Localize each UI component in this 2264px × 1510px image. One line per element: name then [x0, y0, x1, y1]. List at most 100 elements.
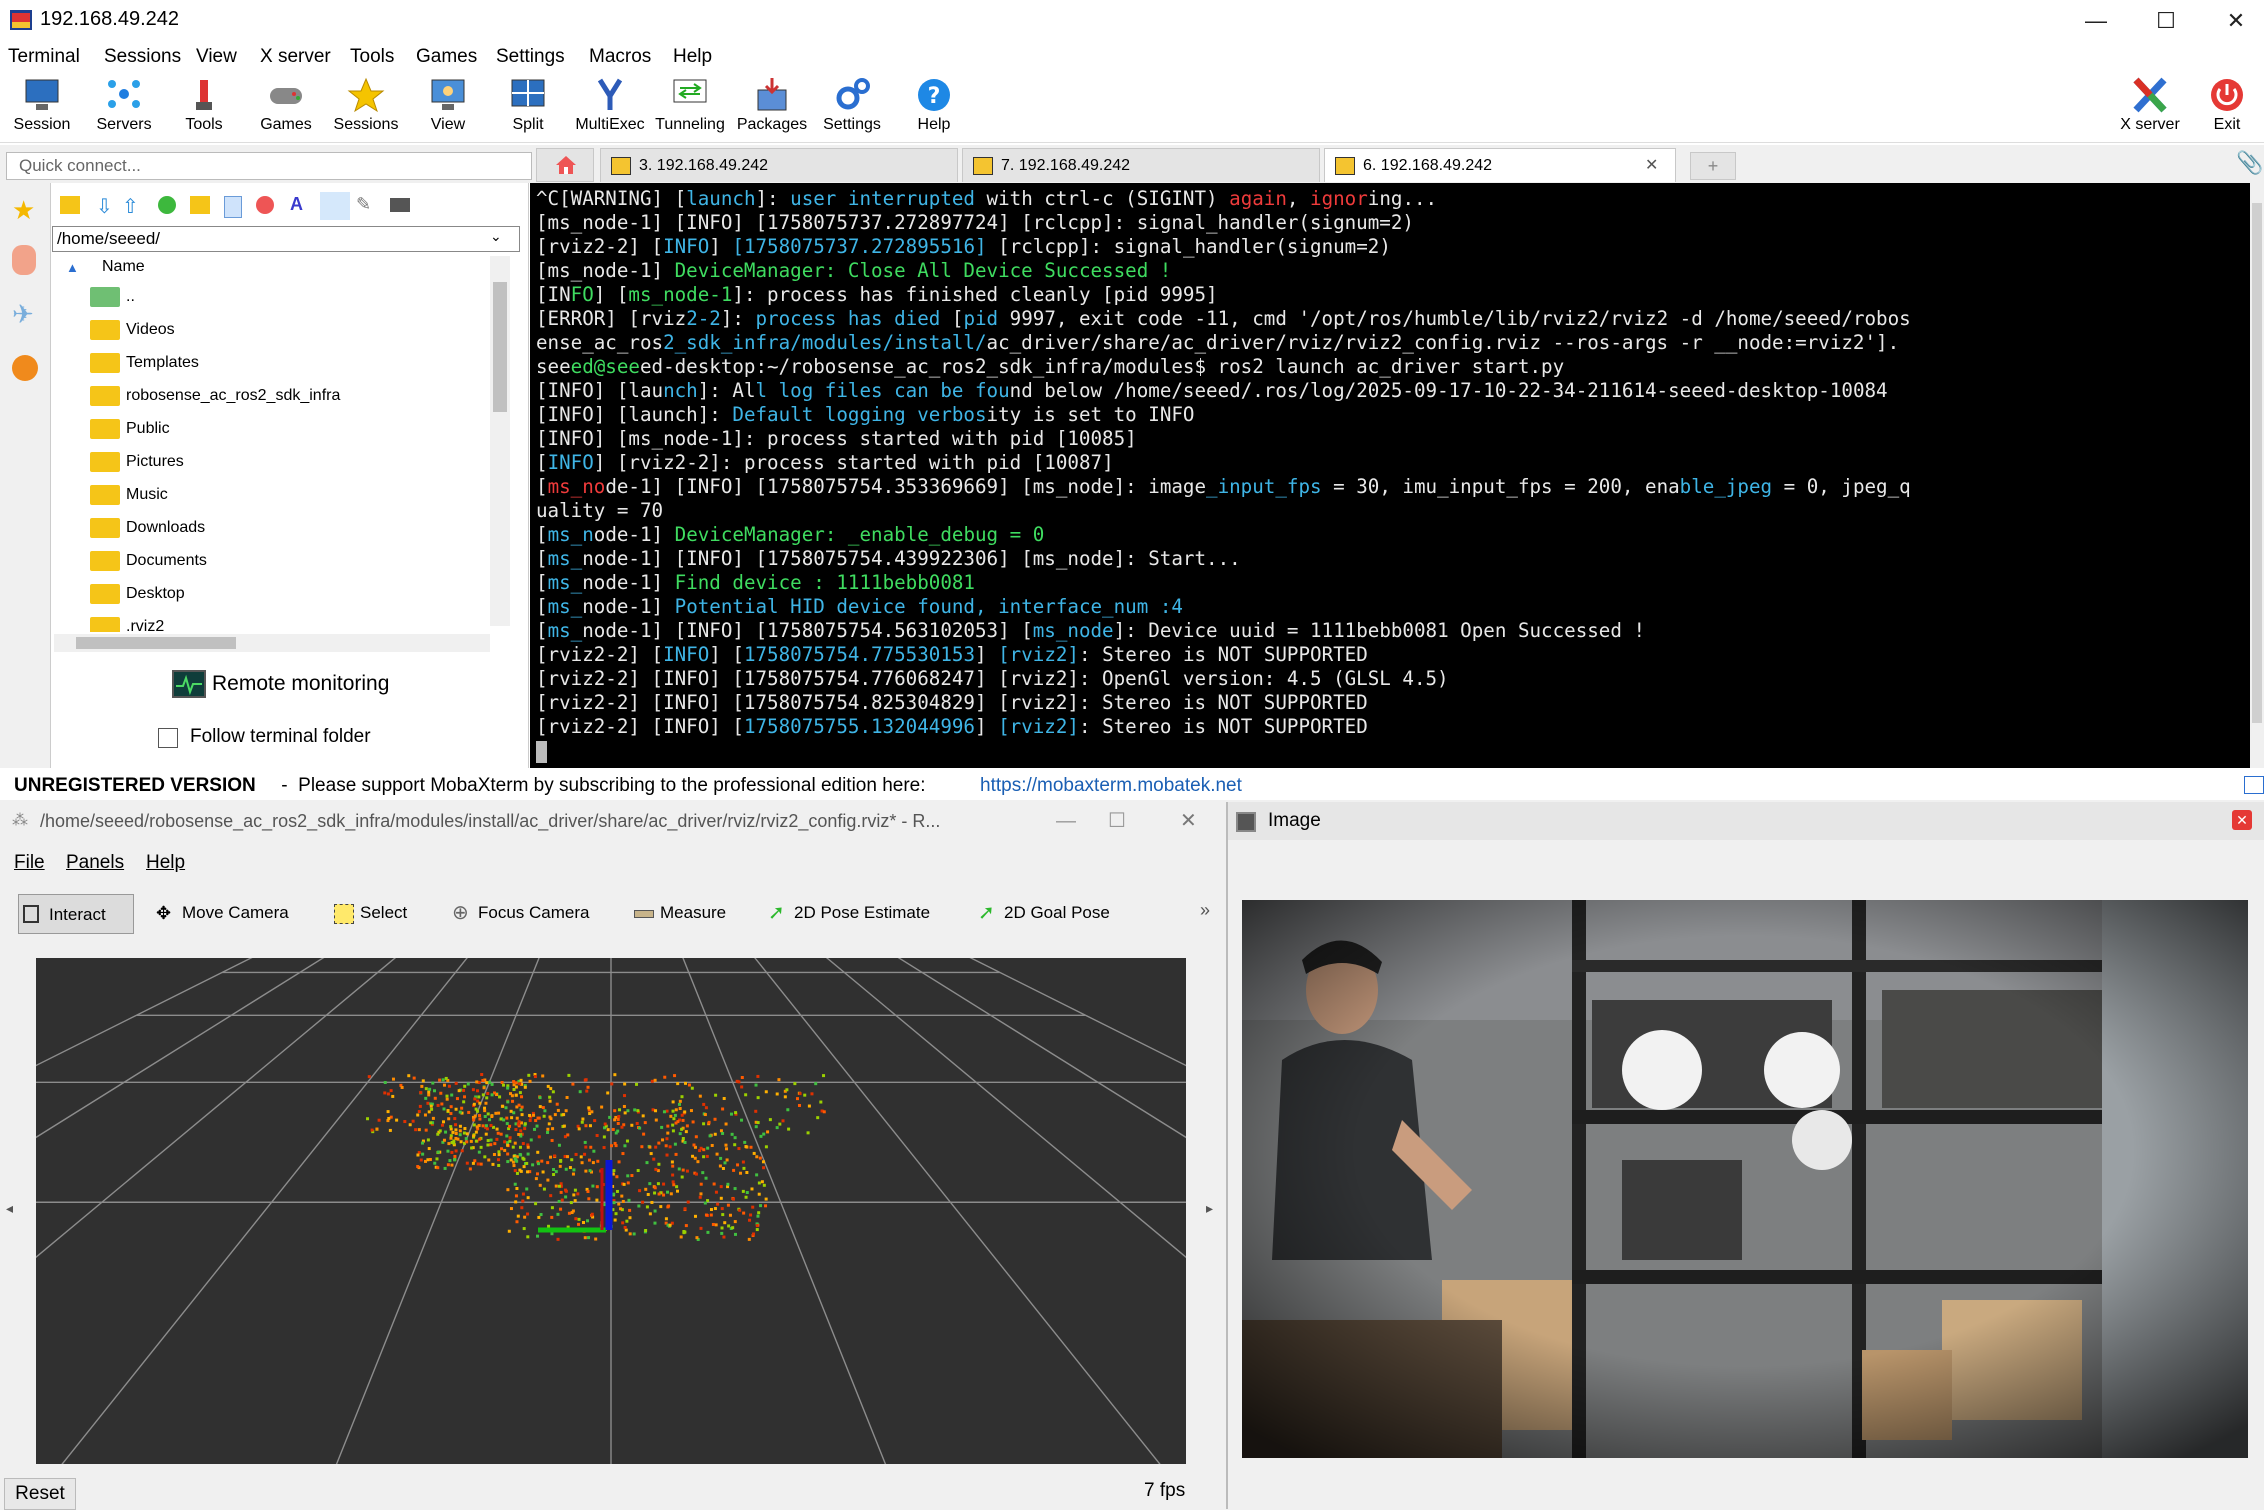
- goal-pose-tool-button[interactable]: ➚ 2D Goal Pose: [974, 896, 1110, 930]
- rename-icon[interactable]: A: [290, 194, 303, 215]
- pointcloud-point: [491, 1162, 495, 1166]
- folder-icon: [90, 451, 120, 472]
- file-row[interactable]: robosense_ac_ros2_sdk_infra: [90, 383, 340, 409]
- menu-games[interactable]: Games: [416, 46, 477, 68]
- tools-button[interactable]: Tools: [166, 76, 242, 134]
- file-row[interactable]: Pictures: [90, 449, 184, 475]
- refresh-icon[interactable]: [158, 196, 176, 214]
- menu-tools[interactable]: Tools: [350, 46, 394, 68]
- maximize-button[interactable]: ☐: [2136, 0, 2196, 42]
- follow-folder-checkbox[interactable]: [158, 728, 178, 748]
- tab-session-6[interactable]: 6. 192.168.49.242 ✕: [1324, 148, 1676, 182]
- session-button[interactable]: Session: [4, 76, 80, 134]
- menu-macros[interactable]: Macros: [589, 46, 651, 68]
- multiexec-button[interactable]: MultiExec: [572, 76, 648, 134]
- rviz-close-button[interactable]: ✕: [1180, 802, 1197, 840]
- menu-view[interactable]: View: [196, 46, 237, 68]
- left-panel-toggle-icon[interactable]: ◂: [6, 1200, 13, 1217]
- rviz-menu-panels[interactable]: Panels: [66, 852, 124, 874]
- menu-settings[interactable]: Settings: [496, 46, 565, 68]
- measure-tool-button[interactable]: Measure: [630, 896, 726, 930]
- menu-help[interactable]: Help: [673, 46, 712, 68]
- edit-icon[interactable]: ✎: [356, 194, 371, 215]
- tab-session-7[interactable]: 7. 192.168.49.242: [962, 148, 1320, 182]
- sessions-button[interactable]: Sessions: [328, 76, 404, 134]
- xserver-button[interactable]: X server: [2112, 76, 2188, 134]
- file-row[interactable]: Desktop: [90, 581, 185, 607]
- tab-label: 6. 192.168.49.242: [1363, 157, 1493, 174]
- settings-button[interactable]: Settings: [814, 76, 890, 134]
- image-close-button[interactable]: ✕: [2232, 810, 2252, 830]
- packages-button[interactable]: Packages: [734, 76, 810, 134]
- pose-estimate-tool-button[interactable]: ➚ 2D Pose Estimate: [764, 896, 930, 930]
- rviz-3d-view[interactable]: [0, 870, 2012, 1479]
- rviz-menu-file[interactable]: File: [14, 852, 45, 874]
- terminal-pane[interactable]: ^C[WARNING] [launch]: user interrupted w…: [530, 183, 2250, 768]
- move-camera-tool-button[interactable]: ✥ Move Camera: [152, 896, 289, 930]
- upload-icon[interactable]: ⇧: [122, 194, 139, 219]
- tab-session-3[interactable]: 3. 192.168.49.242: [600, 148, 958, 182]
- file-row[interactable]: Templates: [90, 350, 199, 376]
- terminal-icon[interactable]: [390, 198, 410, 212]
- file-row[interactable]: .rviz2: [90, 614, 164, 632]
- path-dropdown-icon[interactable]: ⌄: [490, 228, 502, 245]
- sidebar-tab-macros-icon[interactable]: [12, 355, 38, 381]
- interact-tool-button[interactable]: Interact: [18, 894, 134, 934]
- select-tool-button[interactable]: Select: [330, 896, 407, 930]
- tab-close-icon[interactable]: ✕: [1645, 149, 1658, 183]
- games-button[interactable]: Games: [248, 76, 324, 134]
- paperclip-icon[interactable]: 📎: [2236, 150, 2263, 176]
- pointcloud-point: [521, 1192, 525, 1196]
- file-row[interactable]: Videos: [90, 317, 175, 343]
- pointcloud-point: [443, 1166, 447, 1170]
- minimize-button[interactable]: —: [2066, 0, 2126, 42]
- parent-folder-icon[interactable]: [60, 196, 80, 214]
- close-button[interactable]: ✕: [2206, 0, 2264, 42]
- terminal-scrollbar[interactable]: [2250, 183, 2264, 768]
- exit-button[interactable]: Exit: [2194, 76, 2260, 134]
- tunneling-button[interactable]: Tunneling: [652, 76, 728, 134]
- sidebar-tab-sftp-paperplane-icon[interactable]: ✈: [12, 299, 34, 330]
- menu-sessions[interactable]: Sessions: [104, 46, 181, 68]
- home-tab[interactable]: [536, 148, 594, 182]
- remote-monitoring-button[interactable]: Remote monitoring: [212, 672, 389, 696]
- monitor-status-icon[interactable]: [2244, 776, 2264, 794]
- help-button[interactable]: ? Help: [896, 76, 972, 134]
- download-icon[interactable]: ⇩: [96, 194, 113, 219]
- quick-connect-input[interactable]: Quick connect...: [6, 152, 532, 180]
- new-folder-icon[interactable]: [190, 196, 210, 214]
- view-button[interactable]: View: [410, 76, 486, 134]
- servers-button[interactable]: Servers: [86, 76, 162, 134]
- new-tab-button[interactable]: +: [1690, 152, 1736, 180]
- reset-button[interactable]: Reset: [4, 1478, 76, 1510]
- delete-icon[interactable]: [256, 196, 274, 214]
- menu-terminal[interactable]: Terminal: [8, 46, 80, 68]
- file-row[interactable]: Downloads: [90, 515, 205, 541]
- mobaxterm-link[interactable]: https://mobaxterm.mobatek.net: [980, 772, 1242, 800]
- focus-camera-tool-button[interactable]: ⊕ Focus Camera: [448, 896, 589, 930]
- pointcloud-point: [441, 1078, 445, 1082]
- sidebar-tab-tools-icon[interactable]: [12, 245, 36, 275]
- new-file-icon[interactable]: [224, 196, 242, 218]
- rviz-minimize-button[interactable]: —: [1056, 802, 1076, 840]
- servers-icon: [108, 80, 140, 108]
- pointcloud-point: [716, 1202, 720, 1206]
- sftp-path-input[interactable]: /home/seeed/: [52, 226, 520, 252]
- file-row-parent[interactable]: ..: [90, 284, 135, 310]
- split-button[interactable]: Split: [490, 76, 566, 134]
- toolbar-overflow-icon[interactable]: »: [1200, 900, 1210, 921]
- file-list-vscrollbar[interactable]: [490, 256, 510, 626]
- rviz-menu-help[interactable]: Help: [146, 852, 185, 874]
- right-panel-toggle-icon[interactable]: ▸: [1206, 1200, 1213, 1217]
- file-row[interactable]: Public: [90, 416, 170, 442]
- file-row[interactable]: Documents: [90, 548, 207, 574]
- pointcloud-point: [497, 1163, 501, 1167]
- pointcloud-point: [620, 1194, 624, 1198]
- sidebar-tab-sessions-star-icon[interactable]: ★: [12, 195, 35, 226]
- permissions-icon[interactable]: [320, 192, 350, 220]
- file-row[interactable]: Music: [90, 482, 168, 508]
- menu-xserver[interactable]: X server: [260, 46, 331, 68]
- column-name-header[interactable]: Name: [102, 258, 145, 276]
- rviz-maximize-button[interactable]: ☐: [1108, 802, 1126, 840]
- file-list-hscrollbar[interactable]: [54, 634, 490, 652]
